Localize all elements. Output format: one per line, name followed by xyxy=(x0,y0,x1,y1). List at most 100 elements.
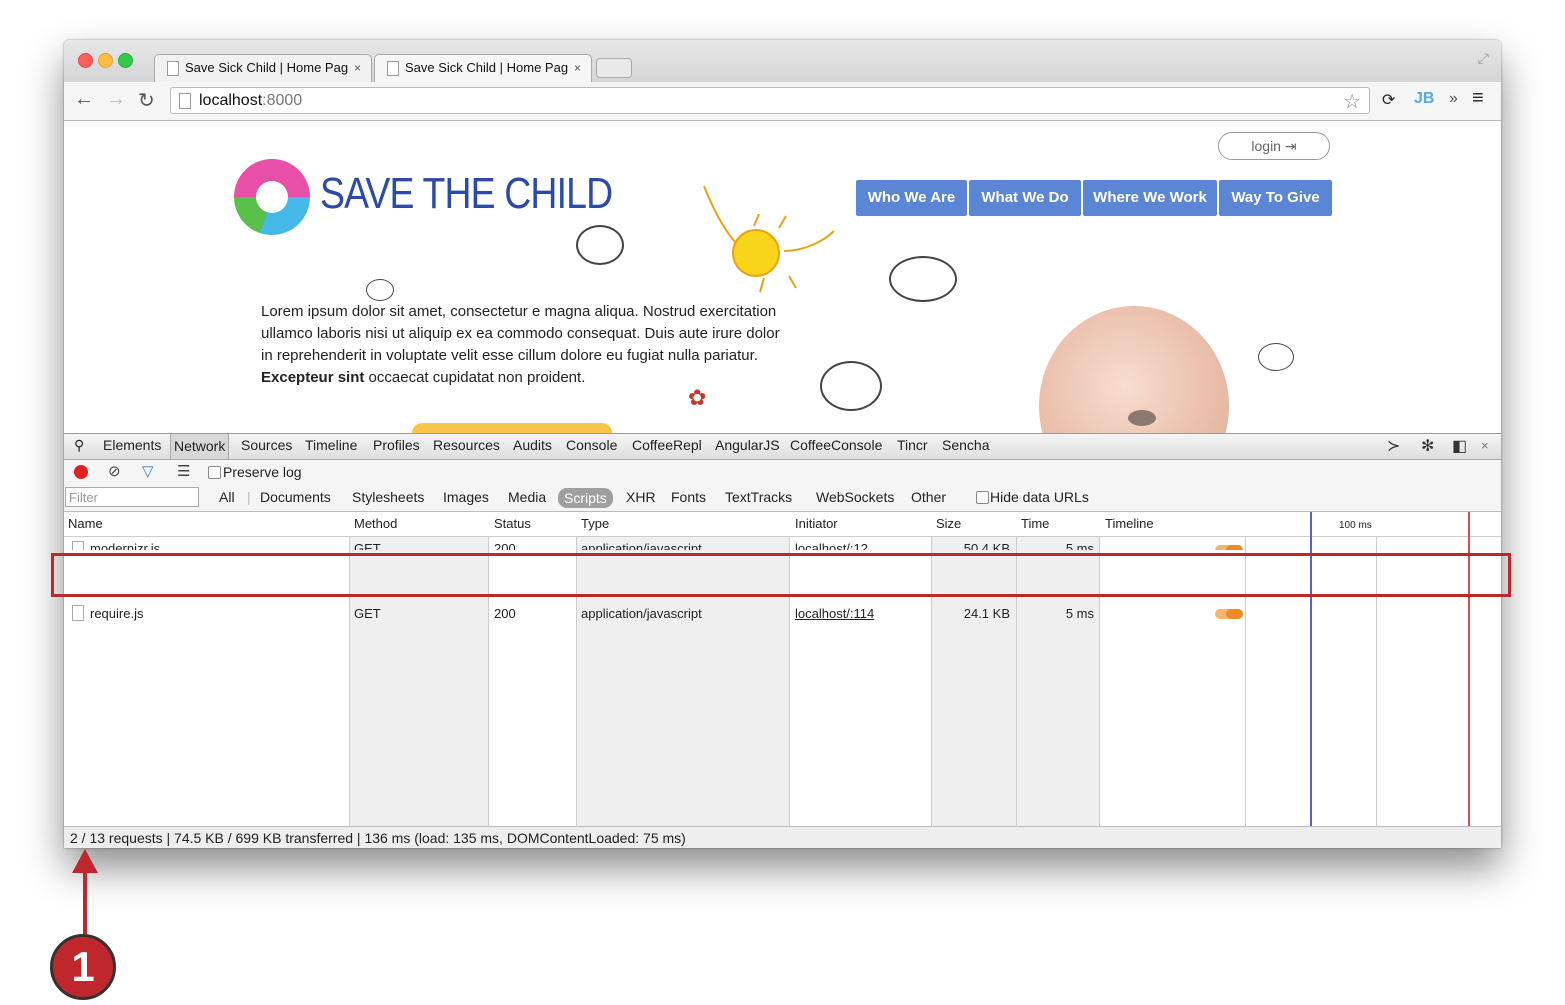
tab-console[interactable]: Console xyxy=(566,437,617,453)
record-icon[interactable] xyxy=(74,465,88,479)
close-tab-icon[interactable]: × xyxy=(354,55,361,81)
tab-tincr[interactable]: Tincr xyxy=(897,437,928,453)
browser-tab-2[interactable]: Save Sick Child | Home Pag × xyxy=(374,54,592,82)
preserve-log-checkbox[interactable] xyxy=(208,466,221,479)
clear-icon[interactable]: ⊘ xyxy=(108,462,121,480)
cloud-icon xyxy=(889,256,957,302)
page-icon xyxy=(387,61,399,76)
filter-scripts[interactable]: Scripts xyxy=(558,488,613,508)
nav-where-we-work[interactable]: Where We Work xyxy=(1083,180,1217,216)
tab-timeline[interactable]: Timeline xyxy=(305,437,357,453)
request-status: 200 xyxy=(494,541,516,550)
col-timeline[interactable]: Timeline xyxy=(1105,516,1154,531)
col-status[interactable]: Status xyxy=(494,516,531,531)
filter-fonts[interactable]: Fonts xyxy=(671,489,706,505)
console-drawer-icon[interactable]: ≻ xyxy=(1387,436,1400,456)
filter-input[interactable]: Filter xyxy=(65,487,199,507)
preserve-log-label: Preserve log xyxy=(223,464,302,480)
logo-icon xyxy=(234,159,310,235)
tab-sencha[interactable]: Sencha xyxy=(942,437,989,453)
devtools-tabbar: ⚲ Elements Network Sources Timeline Prof… xyxy=(64,433,1501,460)
filter-documents[interactable]: Documents xyxy=(260,489,331,505)
jetbrains-icon[interactable]: JB xyxy=(1414,90,1434,108)
table-row[interactable]: modernizr.js GET 200 application/javascr… xyxy=(64,537,1501,550)
col-size[interactable]: Size xyxy=(936,516,961,531)
request-name[interactable]: modernizr.js xyxy=(90,541,160,550)
dock-icon[interactable]: ◧ xyxy=(1452,436,1467,456)
extension-refresh-icon[interactable]: ⟳ xyxy=(1382,90,1395,110)
tab-network[interactable]: Network xyxy=(170,434,230,459)
minimize-window-button[interactable] xyxy=(98,53,113,68)
tab-coffeeconsole[interactable]: CoffeeConsole xyxy=(790,437,882,453)
fullscreen-icon[interactable]: ⤢ xyxy=(1478,50,1489,67)
login-button[interactable]: login ⇥ xyxy=(1218,132,1330,160)
network-filter-bar: Filter All | Documents Stylesheets Image… xyxy=(64,485,1501,512)
tab-title: Save Sick Child | Home Pag xyxy=(185,60,349,75)
hide-data-urls-checkbox[interactable] xyxy=(976,491,989,504)
browser-window: Save Sick Child | Home Pag × Save Sick C… xyxy=(64,40,1501,848)
col-type[interactable]: Type xyxy=(581,516,609,531)
request-size: 24.1 KB xyxy=(963,606,1010,621)
tab-resources[interactable]: Resources xyxy=(433,437,500,453)
tab-elements[interactable]: Elements xyxy=(103,437,161,453)
cloud-icon xyxy=(576,225,624,265)
bookmark-star-icon[interactable]: ☆ xyxy=(1343,89,1361,114)
close-tab-icon[interactable]: × xyxy=(574,55,581,81)
tab-audits[interactable]: Audits xyxy=(513,437,552,453)
devtools-search-icon[interactable]: ⚲ xyxy=(74,437,84,454)
table-header: Name Method Status Type Initiator Size T… xyxy=(64,512,1501,537)
cloud-icon xyxy=(1258,343,1294,371)
nav-who-we-are[interactable]: Who We Are xyxy=(856,180,967,216)
request-method: GET xyxy=(354,606,381,621)
back-arrow-icon[interactable]: ← xyxy=(74,88,94,111)
filter-all[interactable]: All xyxy=(219,489,235,505)
nav-way-to-give[interactable]: Way To Give xyxy=(1219,180,1332,216)
address-bar[interactable]: localhost:8000 ☆ xyxy=(170,87,1370,114)
file-icon xyxy=(72,541,84,550)
filter-images[interactable]: Images xyxy=(443,489,489,505)
tab-coffeerepl[interactable]: CoffeeRepl xyxy=(632,437,702,453)
col-method[interactable]: Method xyxy=(354,516,397,531)
col-time[interactable]: Time xyxy=(1021,516,1049,531)
tab-angularjs[interactable]: AngularJS xyxy=(715,437,780,453)
list-view-icon[interactable]: ☰ xyxy=(177,462,190,480)
request-time: 5 ms xyxy=(1065,606,1094,621)
intro-text: Lorem ipsum dolor sit amet, consectetur … xyxy=(261,303,780,386)
close-window-button[interactable] xyxy=(78,53,93,68)
close-devtools-icon[interactable]: × xyxy=(1481,438,1489,453)
filter-stylesheets[interactable]: Stylesheets xyxy=(352,489,424,505)
forward-arrow-icon[interactable]: → xyxy=(106,88,126,111)
filter-other[interactable]: Other xyxy=(911,489,946,505)
tab-strip: Save Sick Child | Home Pag × Save Sick C… xyxy=(64,40,1501,82)
col-initiator[interactable]: Initiator xyxy=(795,516,838,531)
ladybug-icon: ✿ xyxy=(688,385,707,410)
request-initiator-link[interactable]: localhost/:114 xyxy=(795,606,874,621)
reload-icon[interactable]: ↻ xyxy=(138,88,155,113)
browser-toolbar: ← → ↻ localhost:8000 ☆ ⟳ JB » ≡ xyxy=(64,82,1501,121)
request-initiator-link[interactable]: localhost/:12 xyxy=(795,541,868,550)
url-text: localhost:8000 xyxy=(199,92,303,109)
filter-funnel-icon[interactable]: ▽ xyxy=(142,462,154,480)
filter-websockets[interactable]: WebSockets xyxy=(816,489,894,505)
maximize-window-button[interactable] xyxy=(118,53,133,68)
timeline-bar xyxy=(1215,545,1243,550)
table-row-cells[interactable]: require.js GET 200 application/javascrip… xyxy=(64,601,1501,625)
col-name[interactable]: Name xyxy=(68,516,103,531)
network-controls: ⊘ ▽ ☰ Preserve log xyxy=(64,460,1501,485)
new-tab-button[interactable] xyxy=(596,58,632,78)
browser-tab-1[interactable]: Save Sick Child | Home Pag × xyxy=(154,54,372,82)
extensions-overflow-icon[interactable]: » xyxy=(1449,90,1458,108)
tab-sources[interactable]: Sources xyxy=(241,437,292,453)
page-icon xyxy=(179,93,191,109)
settings-gear-icon[interactable]: ✻ xyxy=(1421,436,1434,456)
nav-what-we-do[interactable]: What We Do xyxy=(969,180,1081,216)
donate-button[interactable] xyxy=(412,423,612,433)
tab-profiles[interactable]: Profiles xyxy=(373,437,420,453)
filter-divider: | xyxy=(247,489,251,505)
request-name[interactable]: require.js xyxy=(90,606,143,621)
filter-media[interactable]: Media xyxy=(508,489,546,505)
filter-texttracks[interactable]: TextTracks xyxy=(725,489,792,505)
filter-xhr[interactable]: XHR xyxy=(626,489,656,505)
menu-icon[interactable]: ≡ xyxy=(1472,87,1484,110)
request-time: 5 ms xyxy=(1065,541,1094,550)
